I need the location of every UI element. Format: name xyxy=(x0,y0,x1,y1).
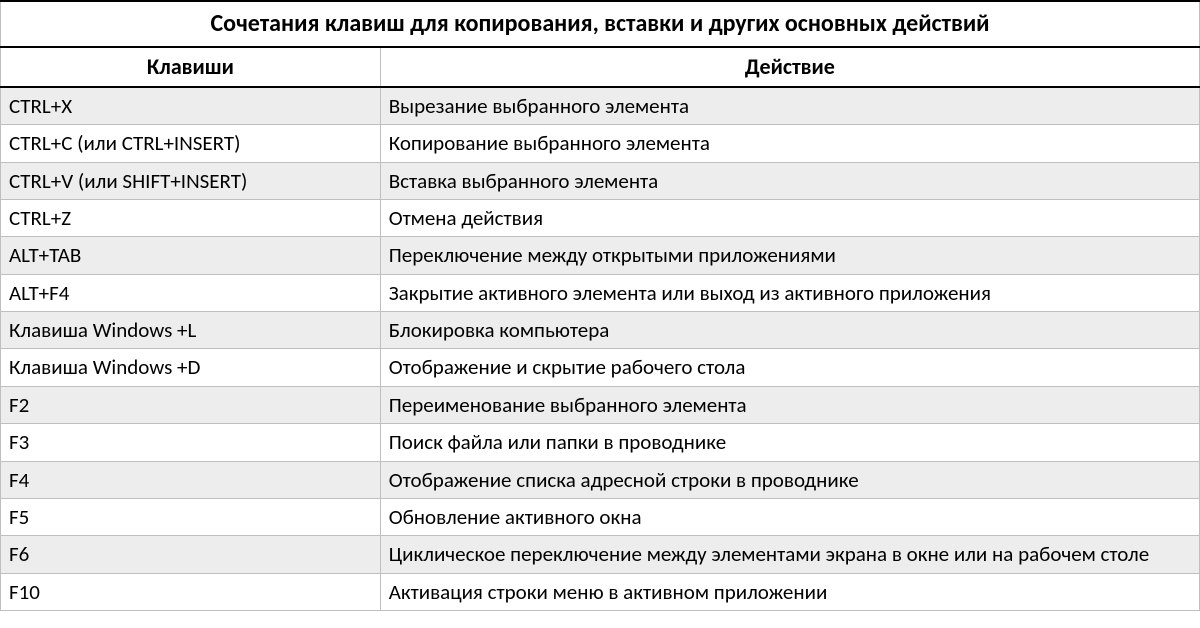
table-row: CTRL+C (или CTRL+INSERT)Копирование выбр… xyxy=(1,125,1200,162)
cell-keys: Клавиша Windows +D xyxy=(1,349,381,386)
cell-keys: CTRL+X xyxy=(1,87,381,125)
table-row: F10Активация строки меню в активном прил… xyxy=(1,573,1200,610)
cell-action: Закрытие активного элемента или выход из… xyxy=(380,274,1199,311)
table-row: CTRL+XВырезание выбранного элемента xyxy=(1,87,1200,125)
table-row: ALT+F4Закрытие активного элемента или вы… xyxy=(1,274,1200,311)
shortcuts-table: Сочетания клавиш для копирования, вставк… xyxy=(0,0,1200,611)
table-row: Клавиша Windows +LБлокировка компьютера xyxy=(1,312,1200,349)
cell-action: Переименование выбранного элемента xyxy=(380,386,1199,423)
cell-action: Блокировка компьютера xyxy=(380,312,1199,349)
cell-keys: F2 xyxy=(1,386,381,423)
cell-action: Отображение и скрытие рабочего стола xyxy=(380,349,1199,386)
header-keys: Клавиши xyxy=(1,47,381,87)
cell-action: Вставка выбранного элемента xyxy=(380,162,1199,199)
header-action: Действие xyxy=(380,47,1199,87)
table-title: Сочетания клавиш для копирования, вставк… xyxy=(1,1,1200,47)
cell-action: Копирование выбранного элемента xyxy=(380,125,1199,162)
table-row: F3Поиск файла или папки в проводнике xyxy=(1,424,1200,461)
cell-keys: CTRL+V (или SHIFT+INSERT) xyxy=(1,162,381,199)
cell-action: Отображение списка адресной строки в про… xyxy=(380,461,1199,498)
cell-keys: F5 xyxy=(1,498,381,535)
cell-action: Активация строки меню в активном приложе… xyxy=(380,573,1199,610)
table-row: Клавиша Windows +DОтображение и скрытие … xyxy=(1,349,1200,386)
table-header-row: Клавиши Действие xyxy=(1,47,1200,87)
cell-action: Переключение между открытыми приложениям… xyxy=(380,237,1199,274)
cell-action: Отмена действия xyxy=(380,200,1199,237)
table-row: F4Отображение списка адресной строки в п… xyxy=(1,461,1200,498)
cell-action: Вырезание выбранного элемента xyxy=(380,87,1199,125)
cell-action: Обновление активного окна xyxy=(380,498,1199,535)
cell-keys: F4 xyxy=(1,461,381,498)
cell-keys: CTRL+Z xyxy=(1,200,381,237)
cell-keys: ALT+TAB xyxy=(1,237,381,274)
table-row: CTRL+ZОтмена действия xyxy=(1,200,1200,237)
cell-keys: ALT+F4 xyxy=(1,274,381,311)
table-row: CTRL+V (или SHIFT+INSERT)Вставка выбранн… xyxy=(1,162,1200,199)
cell-keys: Клавиша Windows +L xyxy=(1,312,381,349)
table-row: F6Циклическое переключение между элемент… xyxy=(1,536,1200,573)
table-row: F5Обновление активного окна xyxy=(1,498,1200,535)
table-title-row: Сочетания клавиш для копирования, вставк… xyxy=(1,1,1200,47)
cell-keys: F10 xyxy=(1,573,381,610)
table-row: ALT+TABПереключение между открытыми прил… xyxy=(1,237,1200,274)
cell-action: Циклическое переключение между элементам… xyxy=(380,536,1199,573)
cell-keys: F6 xyxy=(1,536,381,573)
table-row: F2Переименование выбранного элемента xyxy=(1,386,1200,423)
cell-keys: CTRL+C (или CTRL+INSERT) xyxy=(1,125,381,162)
cell-action: Поиск файла или папки в проводнике xyxy=(380,424,1199,461)
cell-keys: F3 xyxy=(1,424,381,461)
